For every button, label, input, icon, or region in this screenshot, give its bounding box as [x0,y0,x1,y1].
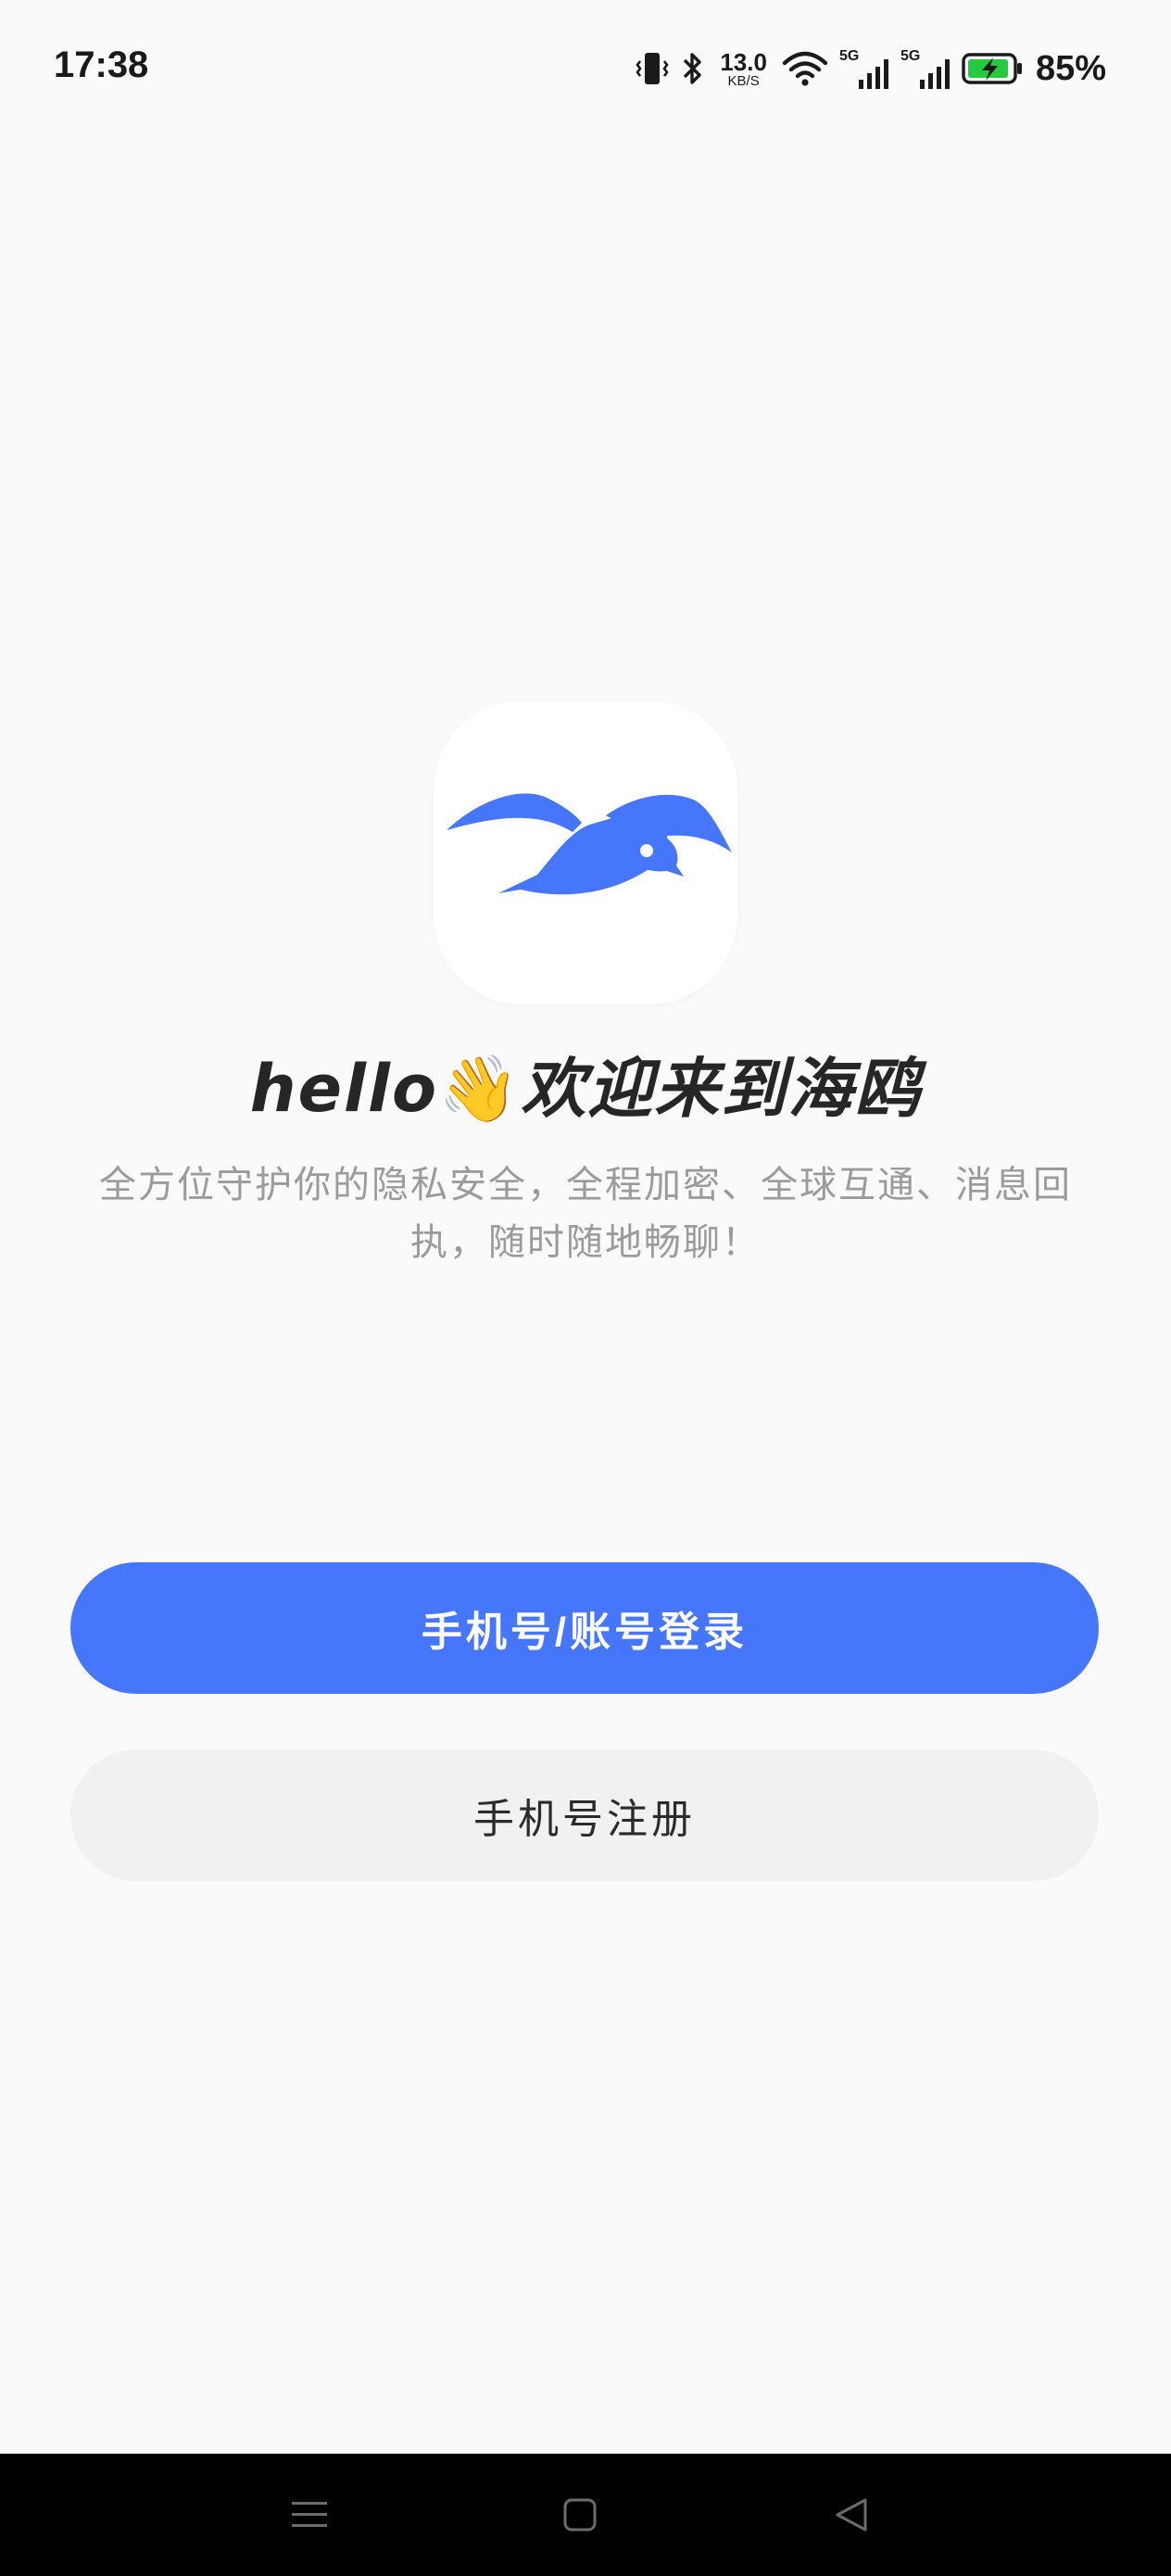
status-icons: 13.0 KB/S 5G 5G 85% [635,43,1106,95]
signal-icon: 5G [900,48,951,89]
signal-icon: 5G [839,48,889,89]
navigation-bar [0,2454,1171,2576]
net-speed-unit: KB/S [727,72,760,89]
welcome-headline: hello👋欢迎来到海鸥 [0,1045,1171,1132]
status-bar: 17:38 13.0 KB/S 5G 5G 85% [0,0,1171,139]
bluetooth-icon [681,50,705,87]
net-speed-value: 13.0 [720,47,767,76]
back-icon[interactable] [823,2491,878,2539]
battery-charging-icon [962,52,1023,85]
wave-icon: 👋 [438,1051,522,1127]
wifi-icon [782,50,828,87]
signal-label: 5G [838,48,860,64]
signal-label: 5G [900,48,921,64]
vibrate-icon [635,50,670,87]
menu-icon[interactable] [282,2491,337,2539]
status-time: 17:38 [54,44,149,85]
battery-percent: 85% [1035,48,1106,88]
home-icon[interactable] [552,2491,608,2539]
greeting-text: hello [249,1051,439,1127]
seagull-logo [447,793,732,895]
login-button[interactable]: 手机号/账号登录 [70,1562,1099,1694]
welcome-description: 全方位守护你的隐私安全，全程加密、全球互通、消息回执，随时随地畅聊！ [99,1164,1072,1264]
welcome-title: 欢迎来到海鸥 [521,1051,922,1127]
register-button[interactable]: 手机号注册 [70,1749,1099,1881]
app-logo [434,701,737,1004]
net-speed: 13.0 KB/S [720,50,767,88]
